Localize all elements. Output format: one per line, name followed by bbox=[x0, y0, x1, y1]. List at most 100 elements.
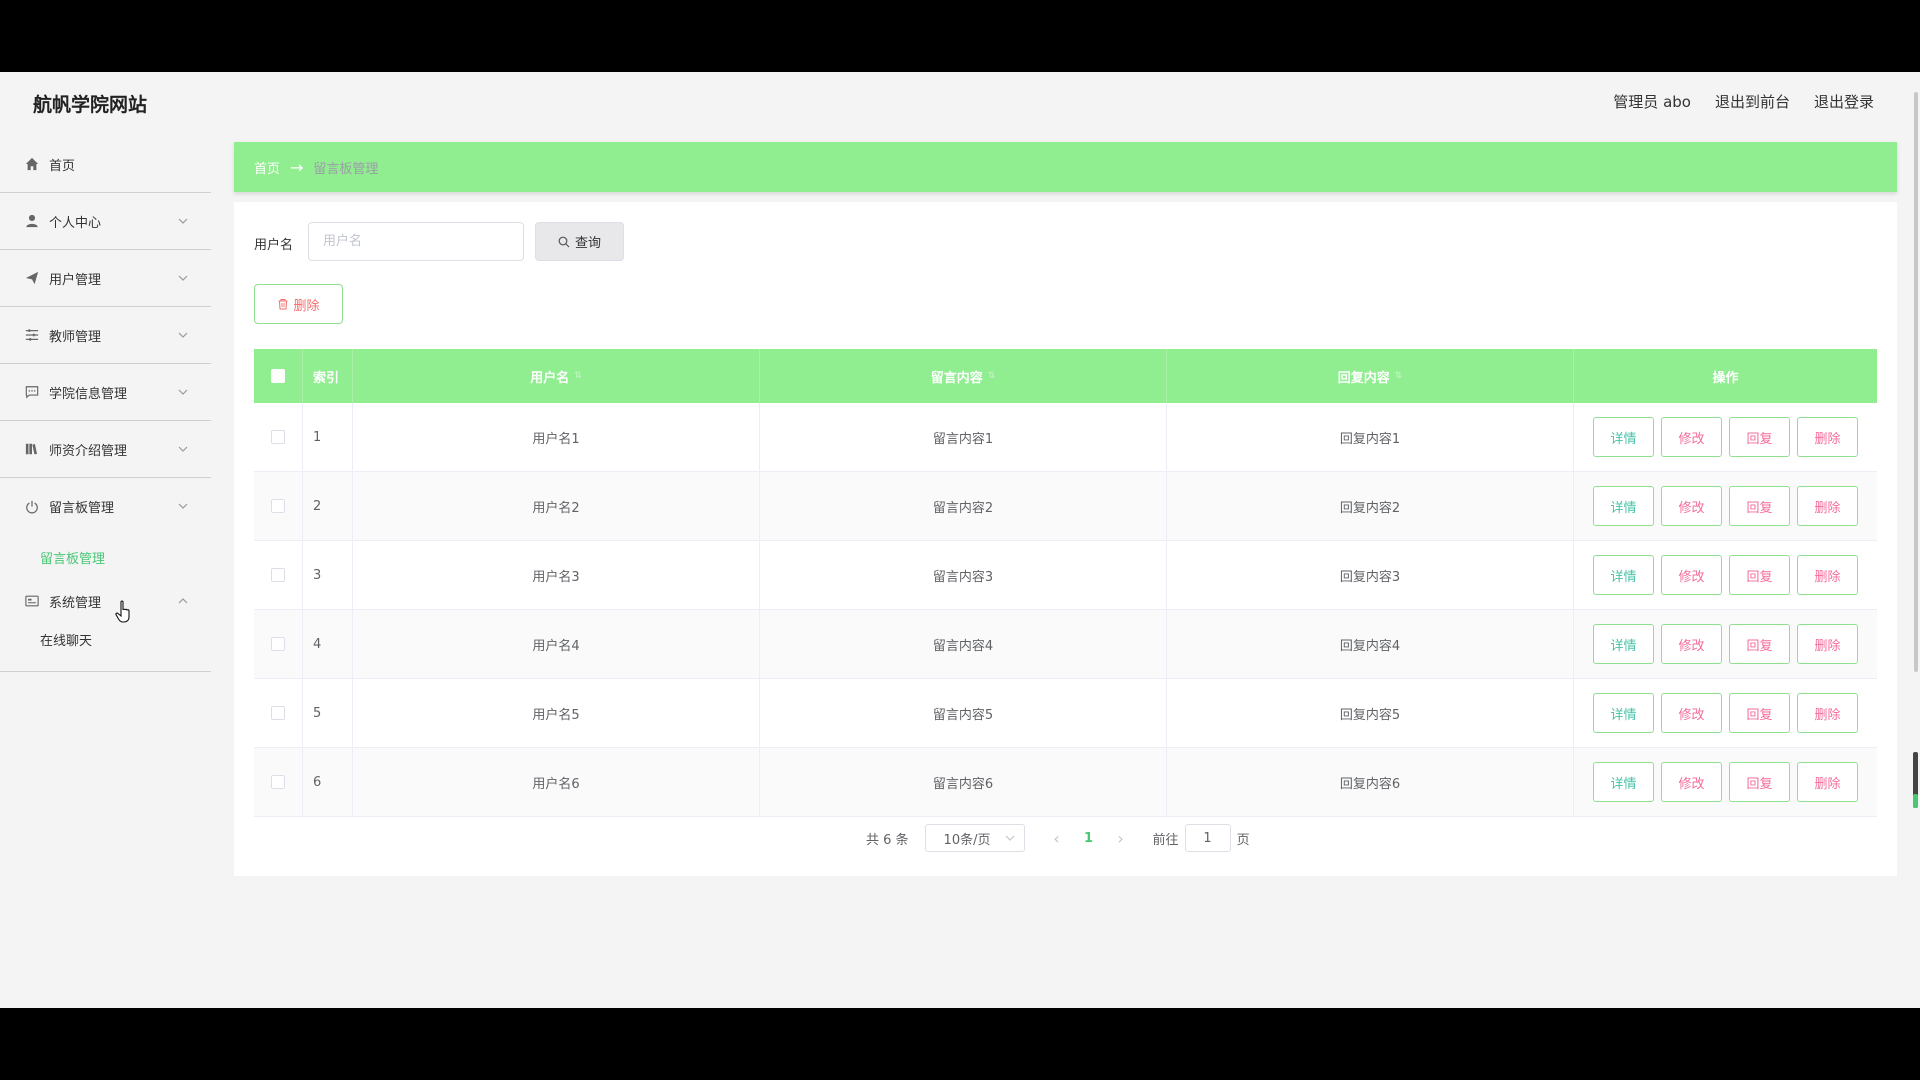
sidebar-item-teacher-management[interactable]: 教师管理 bbox=[0, 307, 211, 364]
detail-button[interactable]: 详情 bbox=[1593, 555, 1654, 595]
edit-button[interactable]: 修改 bbox=[1661, 486, 1722, 526]
cell-index: 4 bbox=[303, 610, 353, 678]
batch-delete-button[interactable]: 删除 bbox=[254, 284, 343, 324]
row-checkbox[interactable] bbox=[271, 637, 285, 651]
table-row: 1 用户名1 留言内容1 回复内容1 详情 修改 回复 删除 bbox=[254, 403, 1877, 472]
delete-button[interactable]: 删除 bbox=[1797, 417, 1858, 457]
next-page-icon[interactable]: › bbox=[1109, 829, 1133, 848]
delete-button[interactable]: 删除 bbox=[1797, 762, 1858, 802]
reply-button[interactable]: 回复 bbox=[1729, 555, 1790, 595]
edit-button[interactable]: 修改 bbox=[1661, 624, 1722, 664]
reply-button[interactable]: 回复 bbox=[1729, 486, 1790, 526]
search-button[interactable]: 查询 bbox=[535, 222, 624, 261]
sidebar-item-message-board[interactable]: 留言板管理 bbox=[0, 478, 211, 535]
breadcrumb-current: 留言板管理 bbox=[313, 161, 379, 177]
edit-button[interactable]: 修改 bbox=[1661, 555, 1722, 595]
chevron-up-icon bbox=[178, 598, 188, 604]
header-username-label: 用户名 bbox=[530, 370, 570, 386]
cell-username: 用户名4 bbox=[353, 610, 760, 678]
send-icon bbox=[24, 270, 40, 286]
cell-reply: 回复内容5 bbox=[1167, 679, 1574, 747]
chevron-down-icon bbox=[1005, 835, 1014, 841]
goto-page-input[interactable] bbox=[1184, 824, 1231, 852]
delete-button-label: 删除 bbox=[293, 298, 320, 314]
submenu-item-online-chat[interactable]: 在线聊天 bbox=[0, 625, 211, 659]
sliders-icon bbox=[24, 327, 40, 343]
scrollbar-indicator[interactable] bbox=[1913, 752, 1918, 808]
cell-index: 5 bbox=[303, 679, 353, 747]
header-username[interactable]: 用户名 ⇅ bbox=[353, 349, 760, 403]
detail-button[interactable]: 详情 bbox=[1593, 693, 1654, 733]
goto-label: 前往 bbox=[1152, 832, 1179, 848]
page-scrollbar[interactable] bbox=[1912, 72, 1920, 1008]
username-search-input[interactable] bbox=[308, 222, 524, 261]
home-icon bbox=[24, 156, 40, 172]
detail-button[interactable]: 详情 bbox=[1593, 762, 1654, 802]
table-row: 2 用户名2 留言内容2 回复内容2 详情 修改 回复 删除 bbox=[254, 472, 1877, 541]
row-checkbox[interactable] bbox=[271, 706, 285, 720]
sidebar-item-college-info[interactable]: 学院信息管理 bbox=[0, 364, 211, 421]
page-size-value: 10条/页 bbox=[943, 832, 991, 848]
search-icon bbox=[558, 236, 570, 247]
detail-button[interactable]: 详情 bbox=[1593, 417, 1654, 457]
logout-link[interactable]: 退出登录 bbox=[1814, 91, 1874, 112]
row-select-cell bbox=[254, 541, 303, 609]
sidebar-item-label: 个人中心 bbox=[49, 215, 102, 231]
sidebar-item-system-management[interactable]: 系统管理 bbox=[0, 577, 211, 625]
chevron-down-icon bbox=[178, 389, 188, 395]
detail-button[interactable]: 详情 bbox=[1593, 624, 1654, 664]
header-reply-label: 回复内容 bbox=[1337, 370, 1390, 386]
sort-icon[interactable]: ⇅ bbox=[988, 371, 996, 381]
edit-button[interactable]: 修改 bbox=[1661, 417, 1722, 457]
cell-message: 留言内容1 bbox=[760, 403, 1167, 471]
delete-button[interactable]: 删除 bbox=[1797, 624, 1858, 664]
header-reply[interactable]: 回复内容 ⇅ bbox=[1167, 349, 1574, 403]
delete-button[interactable]: 删除 bbox=[1797, 486, 1858, 526]
cell-reply: 回复内容3 bbox=[1167, 541, 1574, 609]
table-row: 5 用户名5 留言内容5 回复内容5 详情 修改 回复 删除 bbox=[254, 679, 1877, 748]
sidebar-item-home[interactable]: 首页 bbox=[0, 136, 211, 193]
select-all-checkbox[interactable] bbox=[271, 369, 285, 383]
scrollbar-thumb[interactable] bbox=[1914, 92, 1918, 672]
site-title: 航帆学院网站 bbox=[33, 94, 148, 116]
submenu-item-message-board[interactable]: 留言板管理 bbox=[0, 543, 211, 577]
detail-button[interactable]: 详情 bbox=[1593, 486, 1654, 526]
row-checkbox[interactable] bbox=[271, 430, 285, 444]
header-message[interactable]: 留言内容 ⇅ bbox=[760, 349, 1167, 403]
row-checkbox[interactable] bbox=[271, 775, 285, 789]
sort-icon[interactable]: ⇅ bbox=[1395, 371, 1403, 381]
prev-page-icon[interactable]: ‹ bbox=[1045, 829, 1069, 848]
cell-reply: 回复内容2 bbox=[1167, 472, 1574, 540]
delete-button[interactable]: 删除 bbox=[1797, 555, 1858, 595]
chevron-down-icon bbox=[178, 275, 188, 281]
sidebar-item-personal-center[interactable]: 个人中心 bbox=[0, 193, 211, 250]
reply-button[interactable]: 回复 bbox=[1729, 762, 1790, 802]
power-icon bbox=[24, 499, 40, 515]
select-all-cell bbox=[254, 349, 303, 403]
edit-button[interactable]: 修改 bbox=[1661, 693, 1722, 733]
table-header: 索引 用户名 ⇅ 留言内容 ⇅ 回复内容 ⇅ 操作 bbox=[254, 349, 1877, 403]
row-checkbox[interactable] bbox=[271, 568, 285, 582]
reply-button[interactable]: 回复 bbox=[1729, 624, 1790, 664]
reply-button[interactable]: 回复 bbox=[1729, 417, 1790, 457]
breadcrumb-home[interactable]: 首页 bbox=[254, 158, 280, 177]
app-screen: 航帆学院网站 管理员 abo 退出到前台 退出登录 首页 个人中心 用户管理 教… bbox=[0, 72, 1920, 1008]
message-table: 索引 用户名 ⇅ 留言内容 ⇅ 回复内容 ⇅ 操作 1 用户名1 留言内容1 回复内容1 详情… bbox=[254, 349, 1877, 817]
page-size-select[interactable]: 10条/页 bbox=[924, 824, 1025, 852]
sidebar-item-label: 用户管理 bbox=[49, 272, 102, 288]
breadcrumb: 首页 → 留言板管理 bbox=[234, 142, 1897, 192]
reply-button[interactable]: 回复 bbox=[1729, 693, 1790, 733]
cell-message: 留言内容5 bbox=[760, 679, 1167, 747]
sidebar-item-user-management[interactable]: 用户管理 bbox=[0, 250, 211, 307]
delete-button[interactable]: 删除 bbox=[1797, 693, 1858, 733]
sort-icon[interactable]: ⇅ bbox=[574, 371, 582, 381]
page-number-current[interactable]: 1 bbox=[1069, 831, 1109, 846]
library-icon bbox=[24, 441, 40, 457]
edit-button[interactable]: 修改 bbox=[1661, 762, 1722, 802]
row-checkbox[interactable] bbox=[271, 499, 285, 513]
row-select-cell bbox=[254, 610, 303, 678]
exit-to-front-link[interactable]: 退出到前台 bbox=[1715, 91, 1790, 112]
sidebar-item-faculty-intro[interactable]: 师资介绍管理 bbox=[0, 421, 211, 478]
header-index: 索引 bbox=[303, 349, 353, 403]
chevron-down-icon bbox=[178, 218, 188, 224]
